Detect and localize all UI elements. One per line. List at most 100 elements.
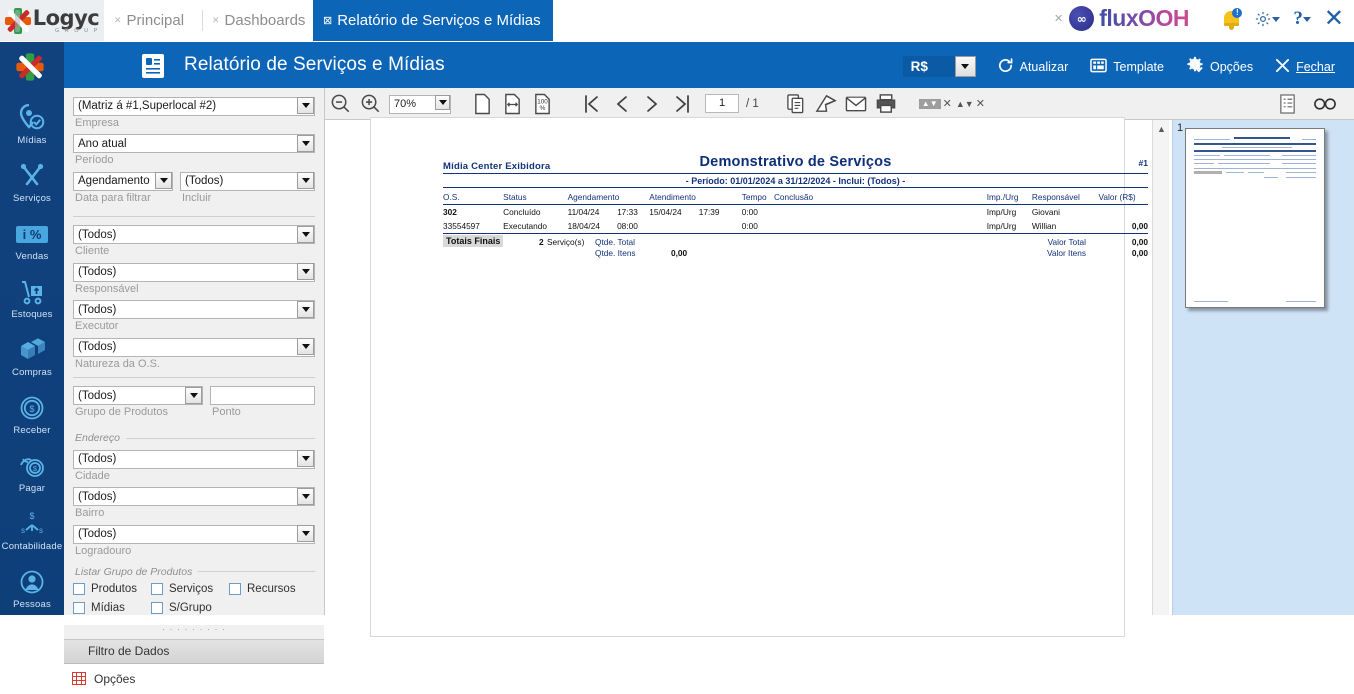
chevron-down-icon[interactable] — [297, 450, 314, 467]
checkbox-box[interactable] — [229, 583, 241, 595]
chevron-down-icon[interactable] — [297, 338, 314, 355]
brand-close-icon[interactable]: ✕ — [1054, 12, 1063, 25]
tab-dashboards[interactable]: ✕ Dashboards — [202, 0, 317, 41]
stepper-up-down-icon[interactable]: ▲▼ — [956, 99, 974, 109]
filter-incluir[interactable] — [180, 171, 315, 191]
filter-cliente-input[interactable] — [73, 225, 315, 244]
stepper-up-down-icon[interactable]: ▲▼ — [919, 99, 941, 109]
table-row[interactable]: 302 Concluído 11/04/24 17:33 15/04/24 17… — [443, 205, 1148, 220]
filter-incluir-input[interactable] — [180, 172, 315, 191]
chevron-down-icon[interactable] — [435, 95, 450, 110]
chevron-down-icon[interactable] — [1272, 17, 1280, 22]
sidebar-item-contabilidade[interactable]: $ s s Contabilidade — [0, 500, 64, 558]
filter-grupo-produtos-input[interactable] — [73, 386, 203, 405]
refresh-button[interactable]: Atualizar — [986, 53, 1080, 81]
filter-natureza-os[interactable] — [73, 337, 315, 357]
sidebar-item-servicos[interactable]: Serviços — [0, 152, 64, 210]
chevron-down-icon[interactable] — [297, 135, 314, 152]
currency-selector[interactable]: R$ — [903, 56, 976, 77]
chevron-down-icon[interactable] — [297, 226, 314, 243]
fit-page-icon[interactable] — [497, 90, 527, 118]
actual-size-icon[interactable]: 100 % — [527, 90, 557, 118]
checkbox-box[interactable] — [73, 602, 85, 614]
thumbnails-icon[interactable] — [1310, 90, 1340, 118]
filter-grupo-produtos[interactable] — [73, 386, 203, 406]
filter-logradouro[interactable] — [73, 524, 315, 544]
options-button[interactable]: Opções — [1175, 52, 1264, 81]
next-page-icon[interactable] — [637, 90, 667, 118]
filter-bairro[interactable] — [73, 487, 315, 507]
filter-data-para-filtrar[interactable] — [73, 171, 173, 191]
export-icon[interactable] — [811, 90, 841, 118]
scroll-up-icon[interactable]: ▲ — [1153, 120, 1170, 137]
zoom-out-icon[interactable] — [325, 90, 355, 118]
chevron-down-icon[interactable] — [185, 387, 202, 404]
filter-natureza-os-input[interactable] — [73, 338, 315, 357]
close-icon[interactable]: ✕ — [976, 97, 985, 110]
filter-empresa[interactable] — [73, 96, 315, 116]
close-icon[interactable]: ⊠ — [323, 14, 332, 27]
filter-cidade-input[interactable] — [73, 450, 315, 469]
filter-bairro-input[interactable] — [73, 487, 315, 506]
filter-executor[interactable] — [73, 300, 315, 320]
chevron-down-icon[interactable] — [297, 525, 314, 542]
tab-principal[interactable]: ✕ Principal — [104, 0, 196, 41]
outer-scrollbar[interactable]: ▲ — [1152, 120, 1169, 615]
settings-menu[interactable] — [1254, 10, 1280, 28]
checkbox-servicos[interactable]: Serviços — [151, 583, 229, 595]
filter-cliente[interactable] — [73, 225, 315, 245]
help-icon[interactable]: ? — [1293, 8, 1303, 30]
close-button[interactable]: Fechar — [1264, 54, 1346, 80]
zoom-level-select[interactable] — [389, 94, 451, 113]
chevron-down-icon[interactable] — [297, 97, 314, 114]
chevron-down-icon[interactable] — [155, 172, 172, 189]
close-icon[interactable]: ✕ — [114, 15, 122, 26]
sidebar-item-midias[interactable]: Mídias — [0, 94, 64, 152]
filter-ponto-input[interactable] — [210, 386, 315, 405]
tab-relatorio-servicos-midias[interactable]: ⊠ Relatório de Serviços e Mídias — [313, 0, 553, 41]
sidebar-item-receber[interactable]: $ Receber — [0, 384, 64, 442]
chevron-down-icon[interactable] — [297, 301, 314, 318]
chevron-down-icon[interactable] — [1303, 17, 1311, 22]
panel-filtro-de-dados[interactable]: Filtro de Dados — [64, 639, 324, 664]
checkbox-box[interactable] — [151, 583, 163, 595]
last-page-icon[interactable] — [667, 90, 697, 118]
checkbox-box[interactable] — [151, 602, 163, 614]
layout-stepper-1[interactable]: ▲▼ ✕ — [919, 97, 952, 110]
layout-stepper-2[interactable]: ▲▼ ✕ — [956, 97, 985, 110]
filter-responsavel[interactable] — [73, 262, 315, 282]
filter-cidade[interactable] — [73, 449, 315, 469]
page-number-input[interactable]: 1 — [705, 94, 739, 113]
filter-periodo[interactable] — [73, 134, 315, 154]
checkbox-midias[interactable]: Mídias — [73, 602, 151, 614]
chevron-down-icon[interactable] — [955, 56, 976, 77]
checkbox-box[interactable] — [73, 583, 85, 595]
filter-logradouro-input[interactable] — [73, 525, 315, 544]
gear-icon[interactable] — [1254, 10, 1272, 28]
template-button[interactable]: Template — [1079, 53, 1175, 80]
filter-periodo-input[interactable] — [73, 134, 315, 153]
table-row[interactable]: 33554597 Executando 18/04/24 08:00 0:00 … — [443, 219, 1148, 233]
panel-resize-gripper[interactable]: · · · · · · · · · — [64, 625, 324, 639]
filter-responsavel-input[interactable] — [73, 263, 315, 282]
sidebar-item-compras[interactable]: Compras — [0, 326, 64, 384]
chevron-down-icon[interactable] — [297, 488, 314, 505]
sidebar-item-pessoas[interactable]: Pessoas — [0, 558, 64, 616]
close-icon[interactable]: ✕ — [212, 15, 220, 26]
print-icon[interactable] — [871, 90, 901, 118]
filter-ponto[interactable] — [210, 386, 315, 406]
sidebar-item-pagar[interactable]: $ Pagar — [0, 442, 64, 500]
filter-empresa-input[interactable] — [73, 97, 315, 116]
help-menu[interactable]: ? — [1293, 8, 1311, 30]
sidebar-item-estoques[interactable]: Estoques — [0, 268, 64, 326]
filter-executor-input[interactable] — [73, 300, 315, 319]
checkbox-recursos[interactable]: Recursos — [229, 583, 307, 595]
email-icon[interactable] — [841, 90, 871, 118]
page-width-icon[interactable] — [467, 90, 497, 118]
copy-icon[interactable] — [781, 90, 811, 118]
close-icon[interactable]: ✕ — [943, 97, 952, 110]
sidebar-item-vendas[interactable]: i % Vendas — [0, 210, 64, 268]
chevron-down-icon[interactable] — [297, 172, 314, 189]
zoom-in-icon[interactable] — [355, 90, 385, 118]
thumbnail-page[interactable] — [1185, 128, 1325, 308]
